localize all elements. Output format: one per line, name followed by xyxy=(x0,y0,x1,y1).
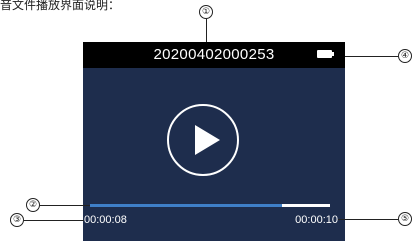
title-bar: 20200402000253 xyxy=(83,42,345,68)
callout-2-line xyxy=(40,205,90,206)
elapsed-time: 00:00:08 xyxy=(84,214,127,226)
callout-5-line xyxy=(338,219,398,220)
callout-3: ③ xyxy=(10,213,24,227)
callout-3-line xyxy=(24,220,84,221)
callout-4-line xyxy=(345,56,398,57)
play-button[interactable] xyxy=(167,104,239,176)
callout-4: ④ xyxy=(398,49,412,63)
progress-bar[interactable] xyxy=(90,204,330,207)
page-heading: 音文件播放界面说明： xyxy=(0,0,121,12)
progress-fill xyxy=(90,204,282,207)
player-screen: 20200402000253 00:00:08 00:00:10 xyxy=(83,42,345,241)
battery-icon xyxy=(317,50,334,58)
play-icon xyxy=(195,125,220,155)
callout-1-line xyxy=(206,19,207,42)
file-name: 20200402000253 xyxy=(153,46,275,63)
callout-1: ① xyxy=(199,5,213,19)
callout-2: ② xyxy=(26,198,40,212)
callout-5: ⑤ xyxy=(398,212,412,226)
total-time: 00:00:10 xyxy=(295,214,338,226)
